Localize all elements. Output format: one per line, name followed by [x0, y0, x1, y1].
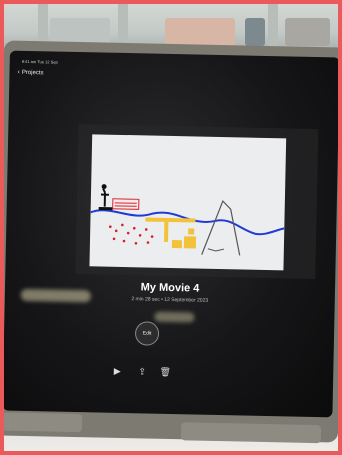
- trash-icon[interactable]: 🗑: [159, 366, 171, 378]
- movie-thumbnail[interactable]: [89, 134, 287, 271]
- tablet-case: 9:41 am Tue 12 Sep ‹ Projects My Movie 4…: [0, 40, 342, 444]
- chevron-left-icon: ‹: [17, 68, 20, 76]
- reflection-glare: [154, 311, 195, 323]
- status-text: 9:41 am Tue 12 Sep: [21, 58, 58, 65]
- back-label: Projects: [21, 69, 44, 76]
- share-icon[interactable]: ⇪: [136, 365, 148, 377]
- edit-button[interactable]: Edit: [134, 321, 160, 346]
- tablet-screen: 9:41 am Tue 12 Sep ‹ Projects My Movie 4…: [2, 50, 340, 418]
- back-button[interactable]: ‹ Projects: [17, 69, 43, 77]
- play-icon[interactable]: ▶: [111, 365, 123, 377]
